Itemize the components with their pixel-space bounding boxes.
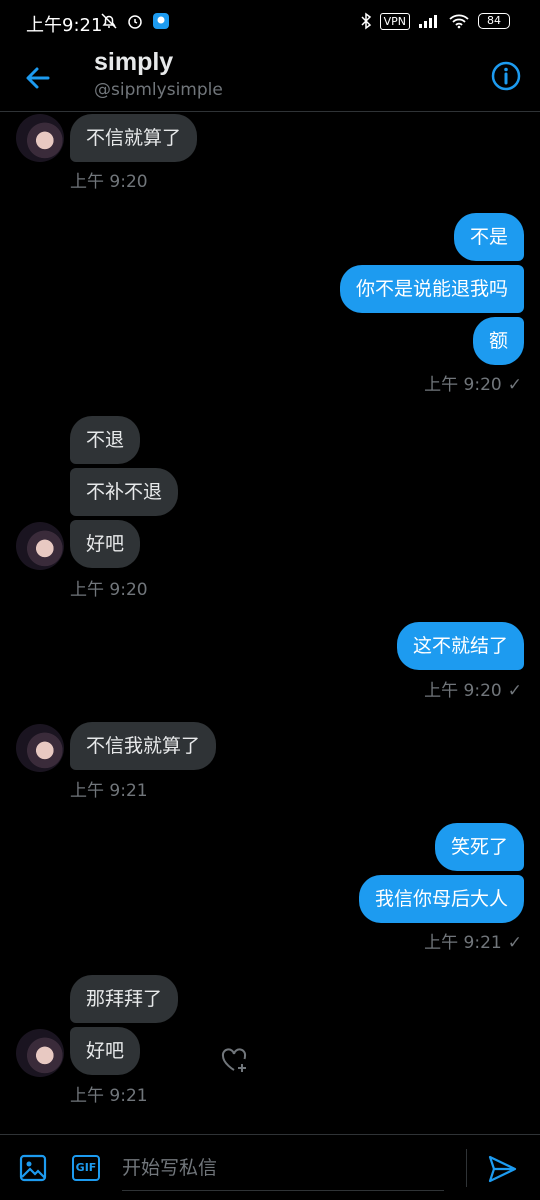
avatar[interactable] (16, 724, 64, 772)
incoming-message[interactable]: 好吧 (70, 1027, 141, 1075)
message-composer: GIF (0, 1134, 540, 1200)
incoming-message[interactable]: 好吧 (70, 520, 141, 568)
signal-icon (419, 15, 437, 28)
incoming-message[interactable]: 不信就算了 (70, 114, 198, 162)
message-input[interactable] (122, 1145, 444, 1191)
avatar[interactable] (16, 522, 64, 570)
mute-bell-icon (101, 13, 117, 29)
vpn-badge: VPN (379, 12, 410, 30)
outgoing-message[interactable]: 你不是说能退我吗 (339, 265, 524, 313)
seen-check-icon: ✓ (507, 681, 522, 701)
message-timestamp: 上午 9:21 (70, 781, 148, 801)
info-icon[interactable] (490, 60, 522, 92)
battery-indicator: 84 (478, 13, 510, 29)
seen-check-icon: ✓ (507, 933, 522, 953)
seen-check-icon: ✓ (507, 375, 522, 395)
outgoing-message[interactable]: 这不就结了 (396, 622, 524, 670)
composer-divider (466, 1149, 467, 1187)
incoming-message[interactable]: 不退 (70, 416, 141, 464)
incoming-message[interactable]: 不补不退 (70, 468, 179, 516)
message-timestamp: 上午 9:20 ✓ (424, 375, 522, 395)
conversation-header: simply @sipmlysimple (0, 46, 540, 112)
heart-plus-icon[interactable] (218, 1044, 250, 1076)
message-timestamp: 上午 9:20 (70, 580, 148, 600)
outgoing-message[interactable]: 笑死了 (434, 823, 524, 871)
avatar[interactable] (16, 114, 64, 162)
bluetooth-icon (361, 12, 371, 30)
message-timestamp: 上午 9:21 ✓ (424, 933, 522, 953)
incoming-message[interactable]: 那拜拜了 (70, 975, 179, 1023)
conversation-handle: @sipmlysimple (94, 80, 223, 100)
outgoing-message[interactable]: 我信你母后大人 (358, 875, 524, 923)
wifi-icon (449, 14, 469, 29)
image-icon[interactable] (18, 1153, 48, 1183)
message-timestamp: 上午 9:20 (70, 172, 148, 192)
outgoing-message[interactable]: 不是 (453, 213, 524, 261)
avatar[interactable] (16, 1029, 64, 1077)
conversation-title: simply (94, 48, 174, 76)
app-notification-icon (153, 13, 169, 29)
send-icon[interactable] (486, 1153, 518, 1185)
gif-icon[interactable]: GIF (72, 1155, 100, 1181)
message-timestamp: 上午 9:20 ✓ (424, 681, 522, 701)
status-time: 上午9:21 (26, 15, 103, 36)
status-bar: 上午9:21 VPN 84 (0, 0, 540, 46)
message-timestamp: 上午 9:21 (70, 1086, 148, 1106)
back-arrow-icon[interactable] (20, 60, 56, 96)
alarm-icon (128, 15, 142, 29)
outgoing-message[interactable]: 额 (472, 317, 524, 365)
incoming-message[interactable]: 不信我就算了 (70, 722, 217, 770)
